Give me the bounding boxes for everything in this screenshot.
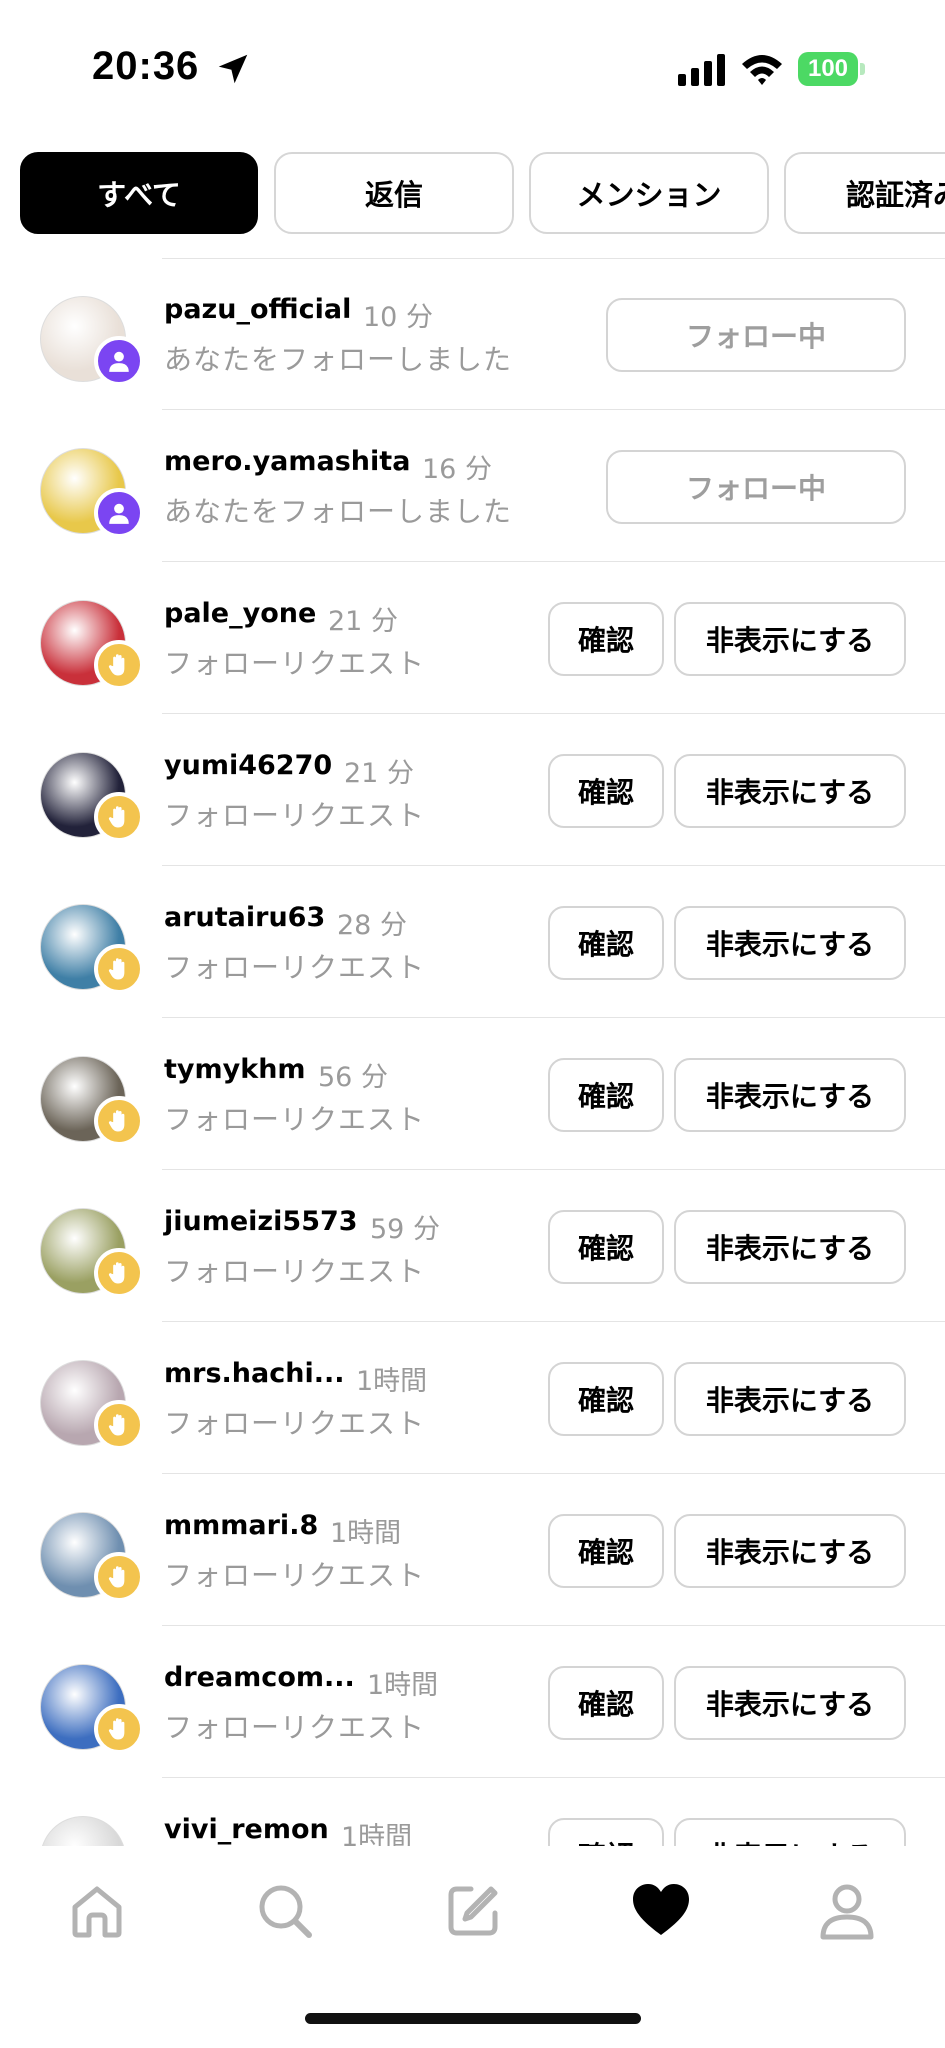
confirm-button[interactable]: 確認	[548, 1058, 664, 1132]
notification-text: あなたをフォローしました	[164, 495, 513, 528]
home-indicator	[305, 2013, 641, 2024]
confirm-button[interactable]: 確認	[548, 906, 664, 980]
notification-list: pazu_official 10 分あなたをフォローしました フォロー中 mero.y…	[0, 258, 945, 1848]
notification-text: フォローリクエスト	[164, 1103, 426, 1136]
nav-activity[interactable]	[626, 1876, 696, 1946]
tab-replies[interactable]: 返信	[274, 152, 514, 234]
timestamp: 1時間	[341, 1822, 413, 1848]
confirm-button[interactable]: 確認	[548, 1210, 664, 1284]
confirm-button[interactable]: 確認	[548, 1362, 664, 1436]
nav-compose[interactable]	[438, 1876, 508, 1946]
status-time: 20:36	[92, 44, 200, 88]
confirm-button[interactable]: 確認	[548, 602, 664, 676]
username[interactable]: dreamcom...	[164, 1662, 355, 1693]
timestamp: 28 分	[337, 910, 407, 941]
wifi-icon	[742, 55, 782, 85]
profile-icon	[820, 1884, 874, 1940]
hide-button[interactable]: 非表示にする	[674, 1362, 906, 1436]
status-bar: 20:36 100	[0, 0, 945, 140]
notification-text: フォローリクエスト	[164, 951, 426, 984]
heart-icon	[633, 1884, 689, 1935]
location-arrow-icon	[218, 54, 248, 84]
notification-row[interactable]: tymykhm 56 分フォローリクエスト 確認 非表示にする	[0, 1018, 945, 1170]
username[interactable]: yumi46270	[164, 750, 332, 781]
timestamp: 16 分	[422, 454, 492, 485]
nav-home[interactable]	[62, 1876, 132, 1946]
hide-button[interactable]: 非表示にする	[674, 754, 906, 828]
username[interactable]: vivi_remon	[164, 1814, 329, 1845]
following-button[interactable]: フォロー中	[606, 298, 906, 372]
wave-hand-icon	[94, 1096, 144, 1146]
username[interactable]: jiumeizi5573	[164, 1206, 358, 1237]
following-button[interactable]: フォロー中	[606, 450, 906, 524]
tab-verified[interactable]: 認証済み	[784, 152, 945, 234]
avatar[interactable]	[40, 1816, 126, 1848]
wave-hand-icon	[94, 1400, 144, 1450]
notification-row[interactable]: pale_yone 21 分フォローリクエスト 確認 非表示にする	[0, 562, 945, 714]
wave-hand-icon	[94, 792, 144, 842]
hide-button[interactable]: 非表示にする	[674, 1666, 906, 1740]
notification-row[interactable]: mero.yamashita 16 分あなたをフォローしました フォロー中	[0, 410, 945, 562]
notification-text: フォローリクエスト	[164, 1255, 426, 1288]
hide-button[interactable]: 非表示にする	[674, 602, 906, 676]
notification-row[interactable]: arutairu63 28 分フォローリクエスト 確認 非表示にする	[0, 866, 945, 1018]
person-icon	[94, 488, 144, 538]
hide-button[interactable]: 非表示にする	[674, 1514, 906, 1588]
timestamp: 56 分	[318, 1062, 388, 1093]
confirm-button[interactable]: 確認	[548, 1818, 664, 1848]
hide-button[interactable]: 非表示にする	[674, 906, 906, 980]
person-icon	[94, 336, 144, 386]
notification-row[interactable]: jiumeizi5573 59 分フォローリクエスト 確認 非表示にする	[0, 1170, 945, 1322]
compose-icon	[448, 1886, 498, 1936]
cellular-signal-icon	[678, 54, 725, 86]
timestamp: 1時間	[356, 1366, 428, 1397]
hide-button[interactable]: 非表示にする	[674, 1818, 906, 1848]
notification-text: あなたをフォローしました	[164, 343, 513, 376]
hide-button[interactable]: 非表示にする	[674, 1058, 906, 1132]
username[interactable]: pale_yone	[164, 598, 316, 629]
nav-search[interactable]	[250, 1876, 320, 1946]
timestamp: 1時間	[330, 1518, 402, 1549]
notification-text: フォローリクエスト	[164, 799, 426, 832]
timestamp: 21 分	[328, 606, 398, 637]
username[interactable]: pazu_official	[164, 294, 351, 325]
battery-level: 100	[798, 52, 858, 86]
wave-hand-icon	[94, 1552, 144, 1602]
notification-text: フォローリクエスト	[164, 647, 426, 680]
notification-row[interactable]: vivi_remon1時間フォローリクエスト確認非表示にする	[0, 1778, 945, 1848]
wave-hand-icon	[94, 1704, 144, 1754]
timestamp: 59 分	[370, 1214, 440, 1245]
username[interactable]: mrs.hachi...	[164, 1358, 344, 1389]
tab-all[interactable]: すべて	[20, 152, 258, 234]
notification-row[interactable]: mmmari.8 1時間フォローリクエスト 確認 非表示にする	[0, 1474, 945, 1626]
username[interactable]: arutairu63	[164, 902, 325, 933]
filter-tabs: すべて 返信 メンション 認証済み	[0, 150, 945, 240]
wave-hand-icon	[94, 944, 144, 994]
confirm-button[interactable]: 確認	[548, 754, 664, 828]
wave-hand-icon	[94, 1248, 144, 1298]
battery-indicator: 100	[798, 52, 865, 86]
wave-hand-icon	[94, 640, 144, 690]
username[interactable]: tymykhm	[164, 1054, 306, 1085]
notification-text: フォローリクエスト	[164, 1407, 426, 1440]
confirm-button[interactable]: 確認	[548, 1514, 664, 1588]
notification-row[interactable]: dreamcom... 1時間フォローリクエスト 確認 非表示にする	[0, 1626, 945, 1778]
tab-mentions[interactable]: メンション	[529, 152, 769, 234]
nav-profile[interactable]	[812, 1876, 882, 1946]
username[interactable]: mmmari.8	[164, 1510, 318, 1541]
timestamp: 10 分	[363, 302, 433, 333]
search-icon	[259, 1885, 312, 1938]
timestamp: 21 分	[344, 758, 414, 789]
confirm-button[interactable]: 確認	[548, 1666, 664, 1740]
username[interactable]: mero.yamashita	[164, 446, 410, 477]
notification-row[interactable]: yumi46270 21 分フォローリクエスト 確認 非表示にする	[0, 714, 945, 866]
notification-text: フォローリクエスト	[164, 1711, 426, 1744]
notification-row[interactable]: pazu_official 10 分あなたをフォローしました フォロー中	[0, 258, 945, 410]
timestamp: 1時間	[367, 1670, 439, 1701]
notification-row[interactable]: mrs.hachi... 1時間フォローリクエスト 確認 非表示にする	[0, 1322, 945, 1474]
hide-button[interactable]: 非表示にする	[674, 1210, 906, 1284]
notification-text: フォローリクエスト	[164, 1559, 426, 1592]
home-icon	[72, 1886, 122, 1938]
